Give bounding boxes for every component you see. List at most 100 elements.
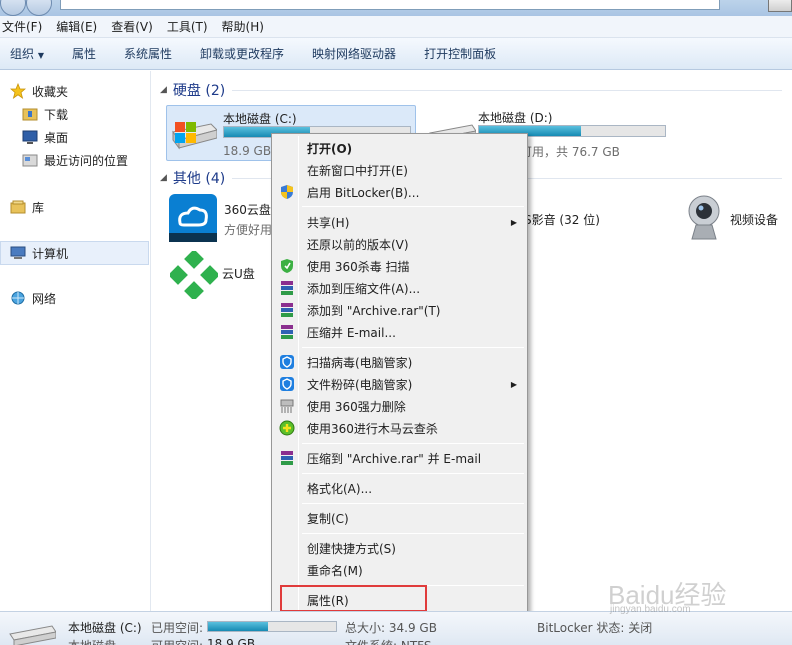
system-properties-button[interactable]: 系统属性 [124, 45, 172, 62]
menu-item-open[interactable]: 打开(O) [274, 137, 525, 159]
details-total-size: 总大小: 34.9 GB [345, 621, 437, 635]
group-label: 其他 (4) [172, 171, 226, 187]
item-360-yunpan-desc: 方便好用 [224, 223, 273, 237]
menu-item-label: 重命名(M) [307, 563, 363, 578]
menu-separator [302, 473, 524, 474]
sidebar-item-recent[interactable]: 最近访问的位置 [22, 150, 128, 170]
menu-bar: 文件(F) 编辑(E) 查看(V) 工具(T) 帮助(H) [0, 16, 792, 38]
group-label: 硬盘 (2) [172, 83, 226, 99]
menu-item-bitlocker[interactable]: 启用 BitLocker(B)... [274, 181, 525, 203]
menu-item-rename[interactable]: 重命名(M) [274, 559, 525, 581]
menu-tools[interactable]: 工具(T) [167, 18, 208, 35]
menu-item-label: 文件粉碎(电脑管家) [307, 377, 413, 392]
menu-item-label: 使用 360强力删除 [307, 399, 406, 414]
item-video-device[interactable]: 视频设备 [682, 193, 792, 249]
collapse-triangle-icon: ◢ [160, 173, 167, 183]
menu-item-compress-rar-email[interactable]: 压缩到 "Archive.rar" 并 E-mail [274, 447, 525, 469]
desktop-icon [22, 129, 38, 145]
menu-item-label: 还原以前的版本(V) [307, 237, 409, 252]
menu-item-label: 压缩并 E-mail... [307, 325, 396, 340]
group-header-other[interactable]: ◢ 其他 (4) [160, 168, 225, 188]
menu-item-label: 启用 BitLocker(B)... [307, 185, 420, 200]
sidebar-item-favorites[interactable]: 收藏夹 [10, 81, 68, 101]
organize-button[interactable]: 组织 ▼ [10, 45, 44, 62]
item-360-yunpan[interactable]: 360云盘 方便好用 [168, 193, 278, 249]
open-control-panel-button[interactable]: 打开控制面板 [424, 45, 496, 62]
computer-icon [10, 245, 26, 261]
menu-item-create-shortcut[interactable]: 创建快捷方式(S) [274, 537, 525, 559]
menu-file[interactable]: 文件(F) [2, 18, 42, 35]
shredder-icon [277, 398, 297, 414]
menu-item-open-new-window[interactable]: 在新窗口中打开(E) [274, 159, 525, 181]
collapse-triangle-icon: ◢ [160, 85, 167, 95]
menu-separator [302, 206, 524, 207]
details-usage-fill [208, 622, 269, 631]
refresh-button[interactable] [768, 0, 792, 12]
menu-separator [302, 533, 524, 534]
details-free-value: 18.9 GB [207, 637, 256, 645]
menu-item-format[interactable]: 格式化(A)... [274, 477, 525, 499]
menu-item-compress-email[interactable]: 压缩并 E-mail... [274, 321, 525, 343]
uac-shield-icon [277, 184, 297, 200]
menu-item-360-scan[interactable]: 使用 360杀毒 扫描 [274, 255, 525, 277]
item-yingyin-name[interactable]: S影音 (32 位) [524, 211, 600, 228]
menu-item-label: 扫描病毒(电脑管家) [307, 355, 413, 370]
forward-button[interactable] [26, 0, 52, 16]
drive-d-name: 本地磁盘 (D:) [478, 111, 553, 125]
menu-item-label: 创建快捷方式(S) [307, 541, 396, 556]
group-divider [232, 90, 782, 91]
baidu-watermark-url: jingyan.baidu.com [610, 604, 691, 615]
details-used-label: 已用空间: [151, 621, 204, 635]
winrar-icon [277, 302, 297, 318]
recent-places-icon [22, 152, 38, 168]
menu-item-label: 使用 360杀毒 扫描 [307, 259, 410, 274]
menu-item-label: 压缩到 "Archive.rar" 并 E-mail [307, 451, 482, 466]
menu-item-label: 添加到 "Archive.rar"(T) [307, 303, 441, 318]
network-icon [10, 290, 26, 306]
menu-edit[interactable]: 编辑(E) [56, 18, 97, 35]
submenu-arrow-icon: ▶ [510, 379, 517, 389]
details-usage-bar [207, 621, 337, 632]
sidebar-label: 收藏夹 [32, 84, 69, 99]
properties-button[interactable]: 属性 [72, 45, 96, 62]
back-button[interactable] [0, 0, 26, 16]
star-icon [10, 83, 26, 99]
360-trojan-scan-icon [277, 420, 297, 436]
menu-item-scan-virus[interactable]: 扫描病毒(电脑管家) [274, 351, 525, 373]
submenu-arrow-icon: ▶ [510, 217, 517, 227]
menu-separator [302, 503, 524, 504]
menu-item-trojan-scan[interactable]: 使用360进行木马云查杀 [274, 417, 525, 439]
menu-item-label: 添加到压缩文件(A)... [307, 281, 421, 296]
menu-item-add-archive-rar[interactable]: 添加到 "Archive.rar"(T) [274, 299, 525, 321]
uninstall-program-button[interactable]: 卸载或更改程序 [200, 45, 284, 62]
yun-upan-icon [168, 249, 220, 302]
menu-item-label: 使用360进行木马云查杀 [307, 421, 438, 436]
pc-manager-shield-icon [277, 354, 297, 370]
highlight-annotation-box [280, 585, 427, 612]
menu-help[interactable]: 帮助(H) [222, 18, 264, 35]
menu-item-copy[interactable]: 复制(C) [274, 507, 525, 529]
menu-separator [302, 347, 524, 348]
sidebar-item-computer[interactable]: 计算机 [10, 243, 68, 263]
menu-item-add-archive[interactable]: 添加到压缩文件(A)... [274, 277, 525, 299]
title-bar [0, 0, 792, 16]
sidebar-item-downloads[interactable]: 下载 [22, 104, 68, 124]
sidebar-label: 下载 [44, 107, 69, 122]
menu-item-restore-previous[interactable]: 还原以前的版本(V) [274, 233, 525, 255]
menu-item-label: 共享(H) [307, 215, 350, 230]
menu-item-force-delete[interactable]: 使用 360强力删除 [274, 395, 525, 417]
address-bar[interactable] [60, 0, 720, 10]
sidebar-item-network[interactable]: 网络 [10, 288, 56, 308]
drive-c-size: 18.9 GB [223, 144, 272, 158]
item-yun-upan-name: 云U盘 [222, 267, 255, 281]
group-header-hard-disks[interactable]: ◢ 硬盘 (2) [160, 80, 225, 100]
item-yun-upan[interactable]: 云U盘 [168, 249, 270, 307]
map-network-drive-button[interactable]: 映射网络驱动器 [312, 45, 396, 62]
menu-item-file-shred[interactable]: 文件粉碎(电脑管家) ▶ [274, 373, 525, 395]
cloud-drive-icon [168, 193, 218, 246]
sidebar-item-library[interactable]: 库 [10, 197, 44, 217]
menu-item-share[interactable]: 共享(H) ▶ [274, 211, 525, 233]
menu-view[interactable]: 查看(V) [111, 18, 153, 35]
sidebar-item-desktop[interactable]: 桌面 [22, 127, 68, 147]
organize-label: 组织 [10, 47, 35, 61]
